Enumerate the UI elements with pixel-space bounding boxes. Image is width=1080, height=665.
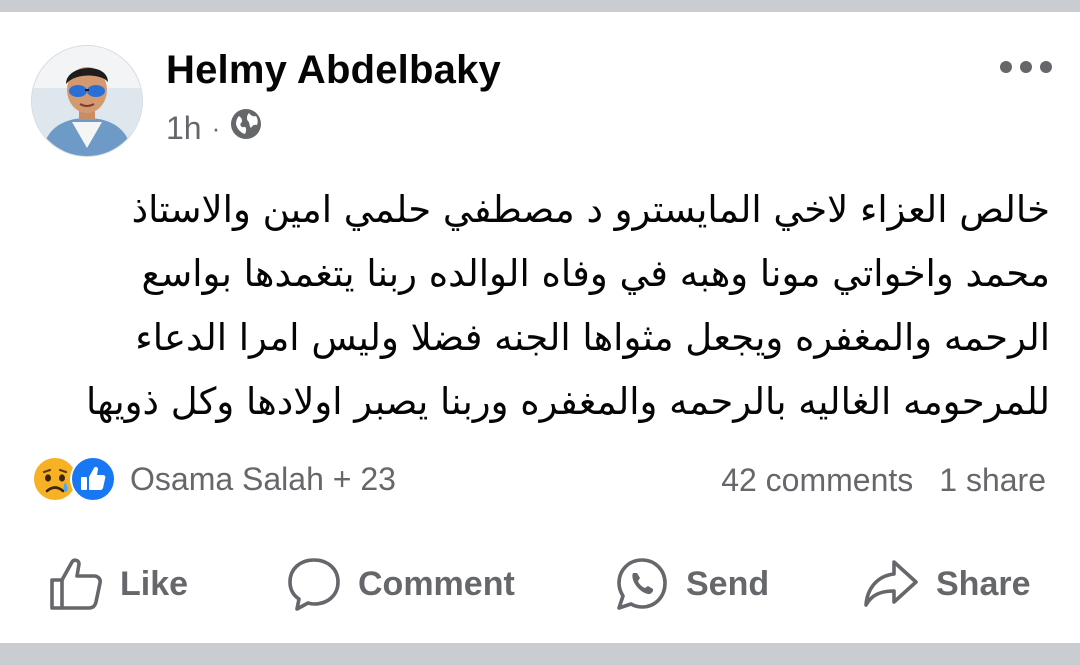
avatar[interactable] xyxy=(32,46,142,156)
comment-label: Comment xyxy=(358,564,515,603)
reactions-names[interactable]: Osama Salah + 23 xyxy=(130,461,396,498)
post-text-line: الرحمه والمغفره ويجعل مثواها الجنه فضلا … xyxy=(135,316,1050,359)
share-arrow-icon xyxy=(864,560,918,607)
share-label: Share xyxy=(936,564,1031,603)
like-reaction-icon xyxy=(70,456,116,502)
share-button[interactable]: Share xyxy=(862,552,1031,616)
like-label: Like xyxy=(120,564,189,603)
post-meta: 1h · xyxy=(166,108,262,148)
action-bar: Like Comment Send Share xyxy=(0,552,1080,616)
thumbs-up-icon xyxy=(50,558,102,610)
comment-button[interactable]: Comment xyxy=(286,552,515,616)
send-button[interactable]: Send xyxy=(614,552,769,616)
send-label: Send xyxy=(686,564,770,603)
author-name[interactable]: Helmy Abdelbaky xyxy=(166,48,501,93)
reactions-summary[interactable]: Osama Salah + 23 xyxy=(32,456,396,502)
whatsapp-icon xyxy=(617,558,667,610)
post-text: خالص العزاء لاخي المايسترو د مصطفي حلمي … xyxy=(40,178,1050,434)
post-text-line: للمرحومه الغاليه بالرحمه والمغفره وربنا … xyxy=(86,380,1050,423)
globe-icon[interactable] xyxy=(230,108,262,148)
post-time[interactable]: 1h xyxy=(166,110,202,147)
comments-count[interactable]: 42 comments xyxy=(721,462,913,499)
comment-bubble-icon xyxy=(288,558,340,611)
more-dot xyxy=(1000,61,1012,73)
shares-count[interactable]: 1 share xyxy=(939,462,1046,499)
post-text-line: محمد واخواتي مونا وهبه في وفاه الوالده ر… xyxy=(141,252,1050,295)
like-button[interactable]: Like xyxy=(48,552,188,616)
post-text-line: خالص العزاء لاخي المايسترو د مصطفي حلمي … xyxy=(131,188,1050,231)
more-options-icon[interactable] xyxy=(1000,58,1052,76)
engagement-counts: 42 comments 1 share xyxy=(721,458,1046,502)
profile-photo xyxy=(32,46,142,156)
top-divider xyxy=(0,0,1080,12)
bottom-divider xyxy=(0,643,1080,665)
more-dot xyxy=(1040,61,1052,73)
more-dot xyxy=(1020,61,1032,73)
meta-separator: · xyxy=(211,113,221,143)
